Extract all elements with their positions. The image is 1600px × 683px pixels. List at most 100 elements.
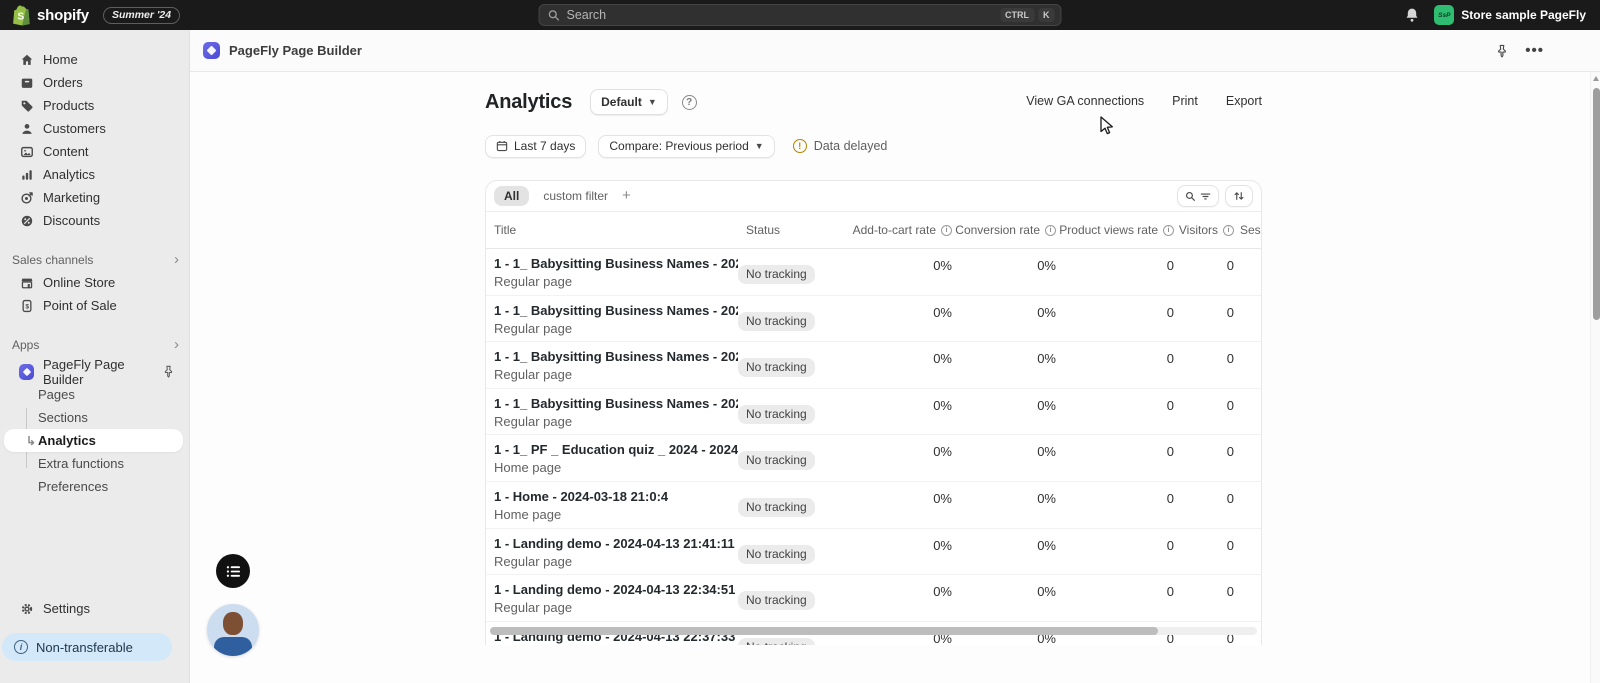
cell-visitors: 0 bbox=[1174, 575, 1234, 621]
cell-conversion: 0% bbox=[952, 435, 1056, 481]
global-search-input[interactable]: Search CTRL K bbox=[539, 4, 1062, 26]
table-row[interactable]: 1 - Home - 2024-03-18 21:0:4 Home page N… bbox=[486, 482, 1261, 529]
sidebar-item-customers[interactable]: Customers bbox=[0, 117, 189, 140]
user-avatar[interactable] bbox=[207, 604, 259, 656]
row-title-link[interactable]: 1 - Landing demo - 2024-04-13 21:41:11 bbox=[494, 536, 728, 551]
table-row[interactable]: 1 - 1_ PF _ Education quiz _ 2024 - 2024… bbox=[486, 435, 1261, 482]
sidebar-item-home[interactable]: Home bbox=[0, 48, 189, 71]
status-badge: No tracking bbox=[738, 498, 815, 517]
sidebar-subitem-analytics[interactable]: ↳ Analytics bbox=[4, 429, 183, 452]
sidebar-subitem-sections[interactable]: Sections bbox=[0, 406, 189, 429]
tab-all[interactable]: All bbox=[494, 186, 529, 206]
row-title-link[interactable]: 1 - 1_ Babysitting Business Names - 2024… bbox=[494, 349, 728, 364]
cell-add-to-cart: 0% bbox=[850, 529, 952, 575]
view-ga-connections-button[interactable]: View GA connections bbox=[1026, 94, 1144, 108]
print-button[interactable]: Print bbox=[1172, 94, 1198, 108]
pin-app-icon[interactable] bbox=[1495, 44, 1509, 58]
table-row[interactable]: 1 - 1_ Babysitting Business Names - 2024… bbox=[486, 389, 1261, 436]
sidebar-item-point-of-sale[interactable]: $ Point of Sale bbox=[0, 294, 189, 317]
row-title-link[interactable]: 1 - 1_ PF _ Education quiz _ 2024 - 2024… bbox=[494, 442, 728, 457]
store-profile-button[interactable]: SsP Store sample PageFly bbox=[1434, 5, 1586, 25]
cell-product-views: 0 bbox=[1056, 389, 1174, 435]
sidebar-item-discounts[interactable]: Discounts bbox=[0, 209, 189, 232]
marketing-icon bbox=[19, 190, 34, 205]
tab-custom-filter[interactable]: custom filter bbox=[543, 189, 608, 203]
row-type-label: Regular page bbox=[494, 321, 728, 336]
cell-sessions bbox=[1234, 342, 1262, 388]
table-header-row: Title Status Add-to-cart ratei Conversio… bbox=[486, 212, 1261, 249]
info-icon: i bbox=[1223, 225, 1234, 236]
table-row[interactable]: 1 - 1_ Babysitting Business Names - 2024… bbox=[486, 342, 1261, 389]
cell-product-views: 0 bbox=[1056, 342, 1174, 388]
cell-product-views: 0 bbox=[1056, 296, 1174, 342]
sidebar-item-orders[interactable]: Orders bbox=[0, 71, 189, 94]
point-of-sale-icon: $ bbox=[19, 298, 34, 313]
column-product-views-rate[interactable]: Product views ratei bbox=[1056, 223, 1174, 237]
cell-add-to-cart: 0% bbox=[850, 435, 952, 481]
pin-icon[interactable] bbox=[162, 365, 175, 378]
column-status[interactable]: Status bbox=[738, 223, 850, 237]
orders-icon bbox=[19, 75, 34, 90]
floating-menu-button[interactable] bbox=[216, 554, 250, 588]
row-title-link[interactable]: 1 - Landing demo - 2024-04-13 22:34:51 bbox=[494, 582, 728, 597]
column-visitors[interactable]: Visitorsi bbox=[1174, 223, 1234, 237]
table-row[interactable]: 1 - Landing demo - 2024-04-13 21:41:11 R… bbox=[486, 529, 1261, 576]
add-view-button[interactable]: + bbox=[622, 191, 631, 201]
sort-button[interactable] bbox=[1225, 185, 1253, 207]
cell-product-views: 0 bbox=[1056, 575, 1174, 621]
sidebar-subitem-extra-functions[interactable]: Extra functions bbox=[0, 452, 189, 475]
shortcut-ctrl: CTRL bbox=[1000, 8, 1034, 22]
column-sessions[interactable]: Sess bbox=[1234, 223, 1262, 237]
settings-gear-icon bbox=[19, 601, 34, 616]
search-filter-button[interactable] bbox=[1177, 185, 1219, 207]
non-transferable-badge[interactable]: i Non-transferable bbox=[2, 633, 172, 661]
sidebar-item-analytics[interactable]: Analytics bbox=[0, 163, 189, 186]
sidebar-item-content[interactable]: Content bbox=[0, 140, 189, 163]
horizontal-scrollbar[interactable] bbox=[490, 627, 1257, 635]
cell-conversion: 0% bbox=[952, 249, 1056, 295]
row-title-link[interactable]: 1 - 1_ Babysitting Business Names - 2024… bbox=[494, 396, 728, 411]
export-button[interactable]: Export bbox=[1226, 94, 1262, 108]
help-icon[interactable]: ? bbox=[682, 95, 697, 110]
sidebar-item-online-store[interactable]: Online Store bbox=[0, 271, 189, 294]
row-type-label: Home page bbox=[494, 507, 728, 522]
sidebar-subitem-preferences[interactable]: Preferences bbox=[0, 475, 189, 498]
scroll-up-arrow[interactable] bbox=[1593, 76, 1599, 81]
apps-header[interactable]: Apps › bbox=[0, 334, 189, 356]
row-title-link[interactable]: 1 - Home - 2024-03-18 21:0:4 bbox=[494, 489, 728, 504]
sidebar-item-pagefly[interactable]: PageFly Page Builder bbox=[0, 360, 189, 383]
view-selector-dropdown[interactable]: Default ▼ bbox=[590, 89, 668, 115]
compare-dropdown[interactable]: Compare: Previous period ▼ bbox=[598, 135, 774, 158]
row-type-label: Regular page bbox=[494, 274, 728, 289]
sales-channels-header[interactable]: Sales channels › bbox=[0, 249, 189, 271]
cell-visitors: 0 bbox=[1174, 249, 1234, 295]
table-row[interactable]: 1 - Landing demo - 2024-04-13 22:34:51 R… bbox=[486, 575, 1261, 622]
table-row[interactable]: 1 - 1_ Babysitting Business Names - 2024… bbox=[486, 296, 1261, 343]
date-range-button[interactable]: Last 7 days bbox=[485, 135, 586, 158]
row-title-link[interactable]: 1 - 1_ Babysitting Business Names - 2024… bbox=[494, 303, 728, 318]
more-actions-icon[interactable]: ••• bbox=[1525, 42, 1544, 59]
row-type-label: Regular page bbox=[494, 414, 728, 429]
cell-conversion: 0% bbox=[952, 296, 1056, 342]
row-title-link[interactable]: 1 - 1_ Babysitting Business Names - 2024… bbox=[494, 256, 728, 271]
horizontal-scrollbar-thumb[interactable] bbox=[490, 627, 1158, 635]
table-row[interactable]: 1 - 1_ Babysitting Business Names - 2024… bbox=[486, 249, 1261, 296]
sidebar-subitem-pages[interactable]: Pages bbox=[0, 383, 189, 406]
vertical-scrollbar-thumb[interactable] bbox=[1593, 88, 1600, 320]
column-conversion-rate[interactable]: Conversion ratei bbox=[952, 223, 1056, 237]
shopify-logo[interactable]: S shopify Summer '24 bbox=[0, 5, 180, 26]
column-add-to-cart-rate[interactable]: Add-to-cart ratei bbox=[850, 223, 952, 237]
sidebar-item-products[interactable]: Products bbox=[0, 94, 189, 117]
sidebar-item-settings[interactable]: Settings bbox=[0, 597, 189, 620]
cell-conversion: 0% bbox=[952, 575, 1056, 621]
cell-product-views: 0 bbox=[1056, 482, 1174, 528]
sidebar-item-marketing[interactable]: Marketing bbox=[0, 186, 189, 209]
column-title[interactable]: Title bbox=[486, 223, 738, 237]
search-icon bbox=[1185, 191, 1196, 202]
version-badge: Summer '24 bbox=[103, 7, 180, 24]
vertical-scrollbar[interactable] bbox=[1590, 72, 1600, 683]
home-icon bbox=[19, 52, 34, 67]
cell-visitors: 0 bbox=[1174, 342, 1234, 388]
cell-sessions bbox=[1234, 435, 1262, 481]
notification-bell-icon[interactable] bbox=[1404, 7, 1420, 23]
